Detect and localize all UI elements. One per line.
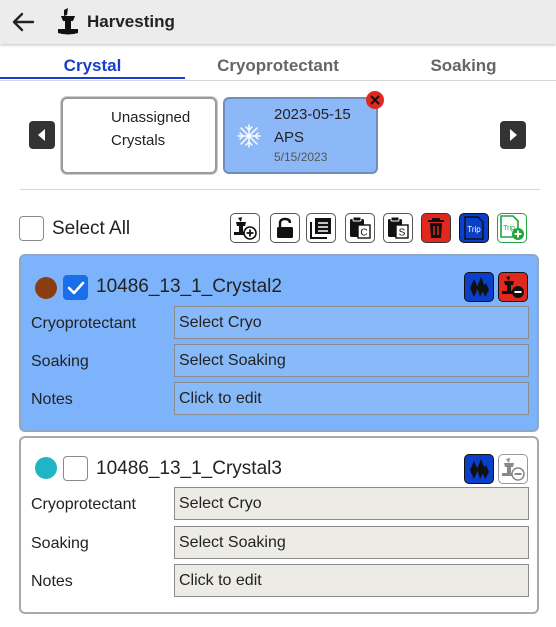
crystal-checkbox[interactable]	[63, 275, 88, 300]
trip-text: Trip	[467, 225, 481, 234]
soaking-select[interactable]: Select Soaking	[174, 344, 529, 377]
close-icon	[370, 95, 380, 105]
select-all-checkbox[interactable]	[19, 216, 44, 241]
clipboard-c-button[interactable]: C	[345, 213, 375, 243]
harvest-remove-icon	[502, 458, 525, 481]
field-label-cryoprotectant: Cryoprotectant	[31, 315, 136, 332]
trash-icon	[428, 218, 444, 238]
caret-left-icon	[38, 129, 45, 141]
crystal-color-dot	[35, 277, 57, 299]
crystal-card[interactable]: 10486_13_1_Crystal2 Cryoprotectant Selec…	[19, 254, 539, 432]
notes-field[interactable]: Click to edit	[174, 382, 529, 415]
app-header: Harvesting	[0, 0, 556, 44]
field-label-soaking: Soaking	[31, 353, 89, 370]
carousel-next-button[interactable]	[500, 121, 526, 149]
divider	[20, 189, 540, 190]
caret-right-icon	[510, 129, 517, 141]
crystals-icon	[470, 459, 489, 479]
lock-button[interactable]	[270, 213, 300, 243]
crystals-icon	[470, 277, 489, 297]
harvest-add-icon	[234, 217, 257, 240]
harvest-remove-icon	[502, 276, 524, 298]
checkmark-icon	[67, 281, 84, 294]
snowflake-icon	[237, 124, 261, 148]
select-all-label: Select All	[52, 218, 131, 239]
harvest-add-button[interactable]	[230, 213, 260, 243]
trip-icon: Trip	[464, 216, 484, 240]
trip-button[interactable]: Trip	[459, 213, 489, 243]
tray-selected[interactable]: 2023-05-15 APS 5/15/2023	[223, 97, 378, 174]
copy-list-button[interactable]	[306, 213, 336, 243]
tray-unassigned[interactable]: Unassigned Crystals	[61, 97, 217, 174]
clipboard-s-text: S	[399, 228, 406, 239]
crystal-remove-button[interactable]	[498, 272, 528, 302]
copy-list-icon	[310, 218, 331, 239]
field-label-cryoprotectant: Cryoprotectant	[31, 496, 136, 513]
crystal-view-button[interactable]	[464, 272, 494, 302]
page-title: Harvesting	[87, 12, 175, 31]
crystal-view-button[interactable]	[464, 454, 494, 484]
delete-button[interactable]	[421, 213, 451, 243]
cryoprotectant-select[interactable]: Select Cryo	[174, 487, 529, 520]
crystal-card[interactable]: 10486_13_1_Crystal3 Cryoprotectant Selec…	[19, 436, 539, 614]
crystal-name: 10486_13_1_Crystal3	[96, 458, 282, 479]
clipboard-s-icon: S	[388, 216, 409, 239]
crystal-checkbox[interactable]	[63, 456, 88, 481]
trip-add-icon: Trip	[500, 215, 524, 240]
tab-soaking[interactable]: Soaking	[371, 56, 556, 80]
remove-tray-button[interactable]	[366, 91, 384, 109]
clipboard-c-text: C	[360, 228, 367, 239]
field-label-soaking: Soaking	[31, 535, 89, 552]
clipboard-c-icon: C	[350, 216, 371, 239]
tray-unassigned-line2: Crystals	[111, 132, 166, 149]
tray-unassigned-label: Unassigned Crystals	[111, 106, 190, 152]
field-label-notes: Notes	[31, 573, 73, 590]
tray-location: APS	[274, 129, 305, 146]
back-button[interactable]	[9, 8, 37, 36]
clipboard-s-button[interactable]: S	[383, 213, 413, 243]
crystal-name: 10486_13_1_Crystal2	[96, 276, 282, 297]
tray-unassigned-line1: Unassigned	[111, 109, 191, 126]
active-tab-indicator	[0, 77, 185, 79]
harvest-tool-icon	[58, 8, 78, 35]
tab-cryoprotectant[interactable]: Cryoprotectant	[185, 56, 371, 80]
soaking-select[interactable]: Select Soaking	[174, 526, 529, 559]
field-label-notes: Notes	[31, 391, 73, 408]
carousel-prev-button[interactable]	[29, 121, 55, 149]
crystal-color-dot	[35, 457, 57, 479]
cryoprotectant-select[interactable]: Select Cryo	[174, 306, 529, 339]
arrow-left-icon	[12, 12, 35, 32]
notes-field[interactable]: Click to edit	[174, 564, 529, 597]
tray-subdate: 5/15/2023	[274, 150, 328, 164]
lock-icon	[277, 217, 293, 238]
crystal-remove-button[interactable]	[498, 454, 528, 484]
tray-date: 2023-05-15	[274, 106, 351, 123]
trip-add-button[interactable]: Trip	[497, 213, 527, 243]
